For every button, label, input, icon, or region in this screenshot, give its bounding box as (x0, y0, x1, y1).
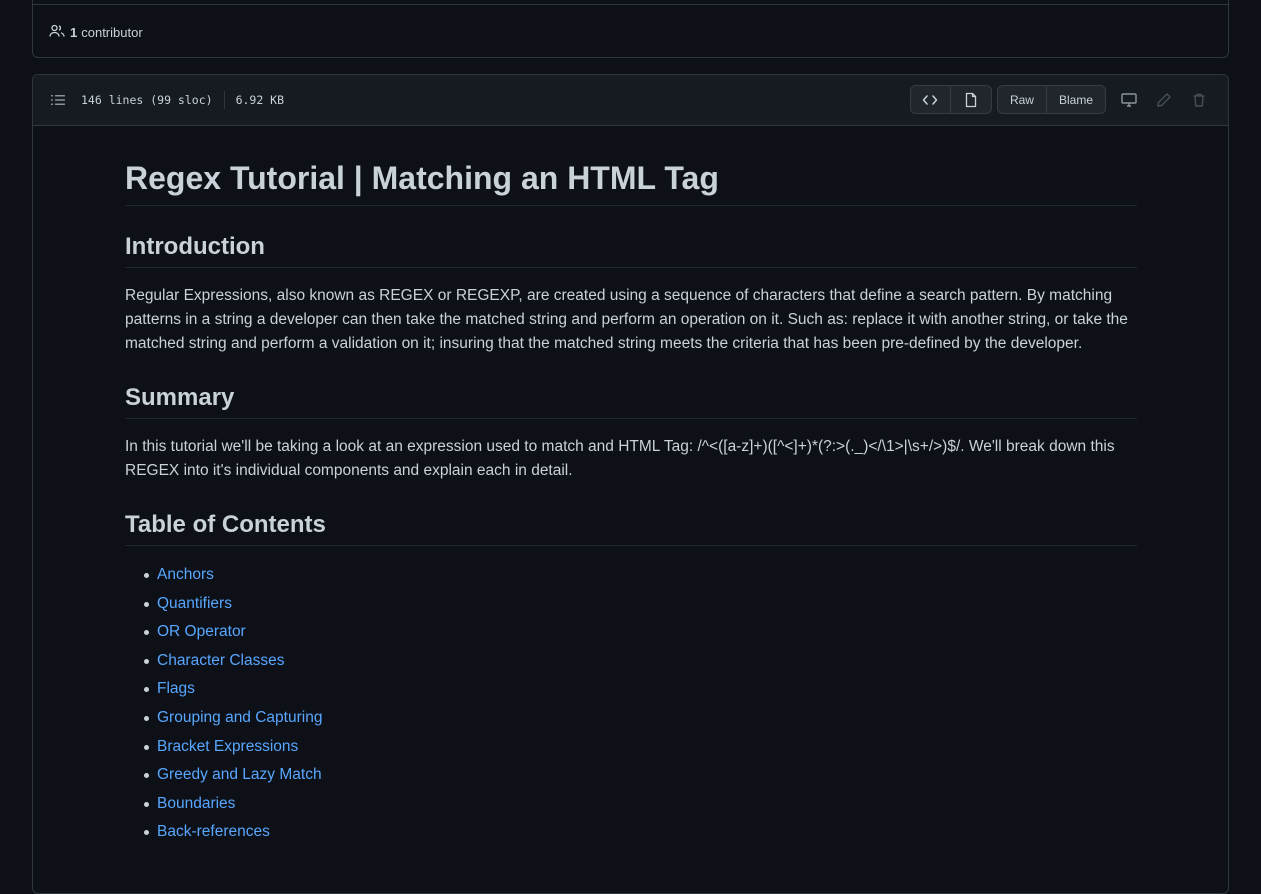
contributor-label: contributor (81, 25, 143, 40)
list-item: Character Classes (144, 651, 1137, 680)
summary-paragraph: In this tutorial we'll be taking a look … (125, 438, 1115, 479)
toc-link-bracket-expressions[interactable]: Bracket Expressions (157, 738, 298, 755)
file-icon[interactable] (951, 86, 991, 113)
file-actions: Raw Blame (909, 85, 1216, 114)
toc-link-quantifiers[interactable]: Quantifiers (157, 595, 232, 612)
list-item: Boundaries (144, 794, 1137, 823)
code-icon[interactable] (911, 86, 951, 113)
toc-link-grouping[interactable]: Grouping and Capturing (157, 709, 322, 726)
list-item: Greedy and Lazy Match (144, 765, 1137, 794)
list-item: Bracket Expressions (144, 737, 1137, 766)
view-toggle (909, 85, 992, 114)
intro-heading: Introduction (125, 231, 1137, 268)
summary-heading: Summary (125, 382, 1137, 419)
toc-link-flags[interactable]: Flags (157, 680, 195, 697)
contributors-link[interactable]: 1 contributor (49, 23, 143, 42)
blame-button[interactable]: Blame (1047, 86, 1105, 113)
intro-paragraph: Regular Expressions, also known as REGEX… (125, 287, 1128, 352)
file-info: 146 lines (99 sloc) 6.92 KB (81, 91, 284, 109)
list-item: OR Operator (144, 622, 1137, 651)
list-item: Quantifiers (144, 594, 1137, 623)
toc-link-anchors[interactable]: Anchors (157, 566, 214, 583)
file-size: 6.92 KB (235, 93, 285, 107)
list-item: Back-references (144, 822, 1137, 851)
list-unordered-icon[interactable] (49, 91, 67, 109)
readme-content: Regex Tutorial | Matching an HTML Tag In… (125, 157, 1137, 851)
divider (223, 91, 225, 109)
device-desktop-icon[interactable] (1111, 85, 1146, 114)
toc-link-back-references[interactable]: Back-references (157, 823, 270, 840)
line-count: 146 lines (99 sloc) (81, 93, 213, 107)
raw-button[interactable]: Raw (998, 86, 1047, 113)
file-header: 146 lines (99 sloc) 6.92 KB Raw Blame (33, 75, 1228, 126)
list-item: Grouping and Capturing (144, 708, 1137, 737)
toc-link-greedy-lazy[interactable]: Greedy and Lazy Match (157, 766, 322, 783)
toc-list: Anchors Quantifiers OR Operator Characte… (125, 565, 1137, 851)
raw-blame-group: Raw Blame (996, 85, 1106, 114)
trash-icon[interactable] (1181, 85, 1216, 114)
list-item: Flags (144, 679, 1137, 708)
divider (33, 4, 1228, 5)
people-icon (49, 23, 70, 42)
toc-link-character-classes[interactable]: Character Classes (157, 652, 285, 669)
file-viewer: 146 lines (99 sloc) 6.92 KB Raw Blame Re… (32, 74, 1229, 894)
contributors-box: 1 contributor (32, 0, 1229, 58)
toc-link-or-operator[interactable]: OR Operator (157, 623, 246, 640)
toc-heading: Table of Contents (125, 509, 1137, 546)
readme-title: Regex Tutorial | Matching an HTML Tag (125, 157, 1137, 206)
list-item: Anchors (144, 565, 1137, 594)
pencil-icon[interactable] (1146, 85, 1181, 114)
toc-link-boundaries[interactable]: Boundaries (157, 795, 235, 812)
contributor-count: 1 (70, 25, 78, 40)
